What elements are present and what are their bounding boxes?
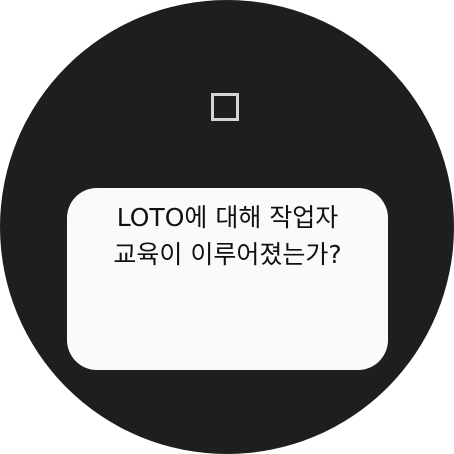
checkbox-unchecked-icon[interactable]: [211, 93, 239, 121]
watch-face: LOTO에 대해 작업자 교육이 이루어졌는가?: [0, 0, 454, 454]
question-text: LOTO에 대해 작업자 교육이 이루어졌는가?: [113, 203, 342, 269]
question-card[interactable]: LOTO에 대해 작업자 교육이 이루어졌는가?: [67, 188, 388, 370]
